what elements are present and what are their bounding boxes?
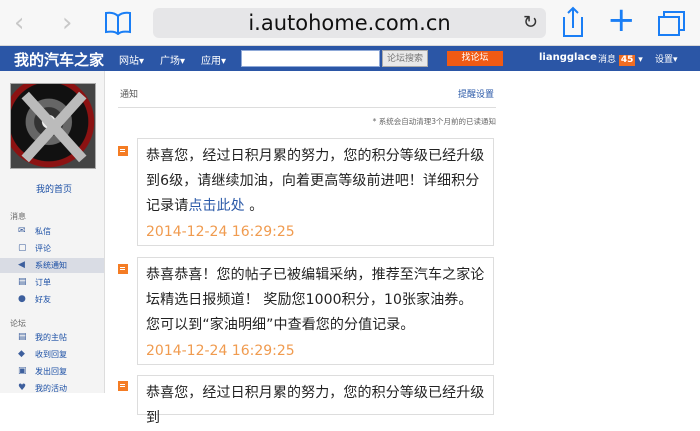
forum-search-input[interactable] xyxy=(241,50,380,67)
message-section-title: 消息 xyxy=(10,212,26,221)
sidebar-item-received-replies[interactable]: ◆ 收到回复 xyxy=(0,347,104,362)
title-divider xyxy=(118,107,496,108)
back-icon[interactable]: ‹ xyxy=(14,8,24,38)
order-icon: ▤ xyxy=(18,277,27,287)
reload-icon[interactable]: ↻ xyxy=(523,8,538,38)
site-logo[interactable]: 我的汽车之家 xyxy=(14,49,104,70)
notification-text: 恭喜您，经过日积月累的努力，您的积分等级已经升级到6级，请继续加油，向着更高等级… xyxy=(146,148,485,214)
nav-website[interactable]: 网站▾ xyxy=(119,52,144,67)
mail-icon: ✉ xyxy=(18,226,26,236)
username-link[interactable]: liangglace xyxy=(539,52,597,63)
sidebar-item-my-threads[interactable]: ▤ 我的主帖 xyxy=(0,330,104,345)
forum-search-button[interactable]: 论坛搜索 xyxy=(382,50,428,67)
sidebar-item-my-activities[interactable]: ♥ 我的活动 xyxy=(0,381,104,396)
page-title: 通知 xyxy=(120,90,139,100)
chevron-down-icon: ▾ xyxy=(638,55,643,65)
notifications-panel: 通知 提醒设置 * 系统会自动清理3个月前的已读通知 恭喜您，经过日积月累的努力… xyxy=(118,71,496,426)
messages-label: 消息 xyxy=(598,55,617,65)
settings-menu[interactable]: 设置▾ xyxy=(655,52,678,65)
tabs-icon[interactable] xyxy=(656,9,686,37)
forum-section-title: 论坛 xyxy=(10,319,26,328)
my-home-link[interactable]: 我的首页 xyxy=(36,182,72,195)
nav-apps[interactable]: 应用▾ xyxy=(201,52,226,67)
share-icon[interactable] xyxy=(560,6,586,38)
nav-plaza[interactable]: 广场▾ xyxy=(160,52,185,67)
browser-toolbar: ‹ › i.autohome.com.cn ↻ + xyxy=(0,0,700,46)
sidebar-item-system-notice[interactable]: ◀ 系统通知 xyxy=(0,258,104,273)
notification-text: 恭喜恭喜！您的帖子已被编辑采纳，推荐至汽车之家论坛精选日报频道！ 奖励您1000… xyxy=(146,267,485,333)
avatar[interactable] xyxy=(10,83,96,169)
heart-icon: ♥ xyxy=(18,383,27,393)
forward-icon[interactable]: › xyxy=(62,8,72,38)
notification-date: 2014-12-24 16:29:25 xyxy=(146,224,295,240)
notification-card: 恭喜您，经过日积月累的努力，您的积分等级已经升级到6级，请继续加油，向着更高等级… xyxy=(137,138,494,246)
sidebar-item-comment[interactable]: ▢ 评论 xyxy=(0,241,104,256)
friends-icon: ● xyxy=(18,294,26,304)
find-forum-button[interactable]: 找论坛 xyxy=(447,51,503,66)
bookmarks-icon[interactable] xyxy=(104,10,132,35)
comment-icon: ▢ xyxy=(18,243,27,253)
notification-icon xyxy=(118,146,128,156)
url-text: i.autohome.com.cn xyxy=(248,11,451,35)
notification-icon xyxy=(118,381,128,391)
send-icon: ▣ xyxy=(18,366,27,376)
speaker-icon: ◀ xyxy=(18,260,25,270)
site-navigation: 我的汽车之家 网站▾ 广场▾ 应用▾ 论坛搜索 找论坛 liangglace 消… xyxy=(0,46,700,71)
notification-text: 恭喜您，经过日积月累的努力，您的积分等级已经升级到 xyxy=(146,385,485,426)
new-tab-icon[interactable]: + xyxy=(607,3,636,37)
sidebar-item-orders[interactable]: ▤ 订单 xyxy=(0,275,104,290)
address-bar[interactable]: i.autohome.com.cn ↻ xyxy=(153,8,546,38)
sidebar: 我的首页 消息 ✉ 私信 ▢ 评论 ◀ 系统通知 ▤ 订单 ● 好友 论坛 ▤ 我的主帖 ◆… xyxy=(0,71,105,393)
message-count-badge: 45 xyxy=(618,55,636,66)
remind-settings-link[interactable]: 提醒设置 xyxy=(458,87,494,100)
sidebar-item-friends[interactable]: ● 好友 xyxy=(0,292,104,307)
details-link[interactable]: 点击此处 xyxy=(188,198,244,214)
sidebar-item-sent-replies[interactable]: ▣ 发出回复 xyxy=(0,364,104,379)
sidebar-item-private-message[interactable]: ✉ 私信 xyxy=(0,224,104,239)
notification-card: 恭喜恭喜！您的帖子已被编辑采纳，推荐至汽车之家论坛精选日报频道！ 奖励您1000… xyxy=(137,257,494,365)
auto-clean-note: * 系统会自动清理3个月前的已读通知 xyxy=(372,117,496,126)
messages-link[interactable]: 消息 45 ▾ xyxy=(598,52,643,66)
reply-icon: ◆ xyxy=(18,349,25,359)
notification-card: 恭喜您，经过日积月累的努力，您的积分等级已经升级到 xyxy=(137,375,494,426)
thread-icon: ▤ xyxy=(18,332,27,342)
notification-icon xyxy=(118,264,128,274)
notification-date: 2014-12-24 16:29:25 xyxy=(146,343,295,359)
